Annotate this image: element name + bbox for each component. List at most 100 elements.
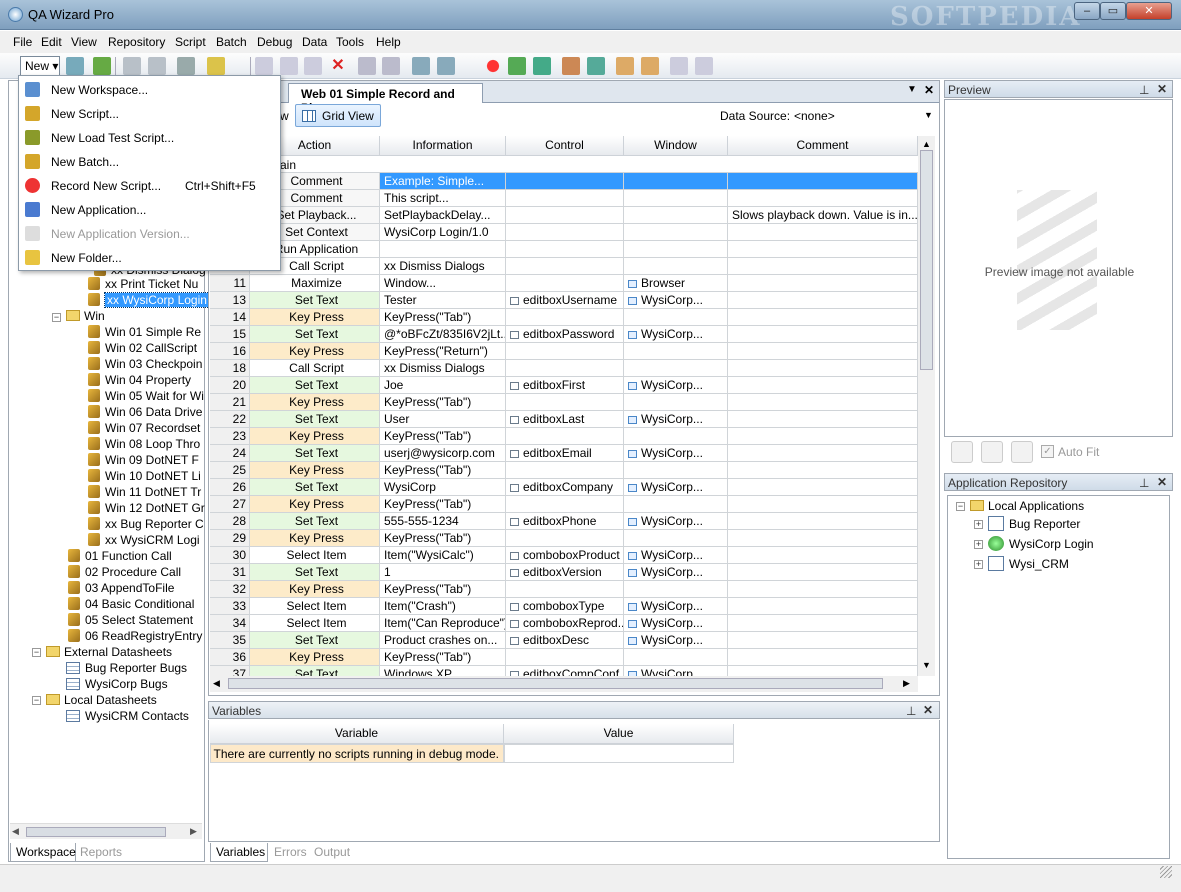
import-icon[interactable] (616, 57, 634, 75)
tree-item[interactable]: Win 03 Checkpoin (88, 357, 202, 371)
replace-icon[interactable] (437, 57, 455, 75)
menu-debug[interactable]: Debug (257, 35, 292, 49)
cell-comment[interactable] (728, 411, 918, 428)
table-row[interactable]: Call Script xx Dismiss Dialogs (210, 258, 918, 275)
cell-window[interactable]: WysiCorp... (624, 479, 728, 496)
new-menu-item[interactable]: New Load Test Script... (19, 125, 281, 149)
tab-web01-script[interactable]: Web 01 Simple Record and Play (288, 83, 483, 115)
table-row[interactable]: Set Context WysiCorp Login/1.0 (210, 224, 918, 241)
zoom-fit-icon[interactable] (1011, 441, 1033, 463)
table-row[interactable]: Comment Example: Simple... (210, 173, 918, 190)
tree-item[interactable]: 01 Function Call (68, 549, 172, 563)
cell-window[interactable] (624, 343, 728, 360)
cell-window[interactable] (624, 428, 728, 445)
indent-icon[interactable] (670, 57, 688, 75)
menu-view[interactable]: View (71, 35, 97, 49)
cell-control[interactable] (506, 530, 624, 547)
cell-information[interactable]: 555-555-1234 (380, 513, 506, 530)
redo-icon[interactable] (382, 57, 400, 75)
cell-information[interactable]: Example: Simple... (380, 173, 506, 190)
cell-information[interactable]: Item("Can Reproduce") (380, 615, 506, 632)
tree-item-selected[interactable]: xx WysiCorp Login (88, 292, 210, 308)
autofit-checkbox[interactable]: ✓ (1041, 445, 1054, 458)
cell-comment[interactable] (728, 258, 918, 275)
cell-window[interactable] (624, 462, 728, 479)
outdent-icon[interactable] (695, 57, 713, 75)
expand-icon[interactable]: + (974, 560, 983, 569)
tree-item[interactable]: 02 Procedure Call (68, 565, 181, 579)
table-row[interactable]: 31 Set Text 1 editboxVersion WysiCorp... (210, 564, 918, 581)
cell-window[interactable] (624, 258, 728, 275)
close-doc-icon[interactable]: ✕ (924, 83, 934, 97)
cell-control[interactable] (506, 309, 624, 326)
table-row[interactable]: 34 Select Item Item("Can Reproduce") combob… (210, 615, 918, 632)
cell-window[interactable] (624, 309, 728, 326)
cut-icon[interactable] (255, 57, 273, 75)
tree-item[interactable]: Win 02 CallScript (88, 341, 197, 355)
cell-information[interactable]: KeyPress("Tab") (380, 462, 506, 479)
table-row[interactable]: 27 Key Press KeyPress("Tab") (210, 496, 918, 513)
table-row[interactable]: 11 Maximize Window... Browser (210, 275, 918, 292)
resize-grip-icon[interactable] (1160, 866, 1172, 878)
repo-item[interactable]: Wysi_CRM (988, 556, 1069, 571)
cell-action[interactable]: Set Text (250, 445, 380, 462)
cell-information[interactable]: This script... (380, 190, 506, 207)
new-workspace-icon[interactable] (66, 57, 84, 75)
cell-comment[interactable] (728, 445, 918, 462)
cell-control[interactable] (506, 394, 624, 411)
cell-comment[interactable] (728, 513, 918, 530)
table-row[interactable]: 30 Select Item Item("WysiCalc") comboboxPro… (210, 547, 918, 564)
cell-control[interactable] (506, 207, 624, 224)
table-row[interactable]: 21 Key Press KeyPress("Tab") (210, 394, 918, 411)
cell-comment[interactable] (728, 598, 918, 615)
cell-comment[interactable] (728, 343, 918, 360)
table-row[interactable]: 15 Set Text @*oBFcZt/835I6V2jLt... editboxP… (210, 326, 918, 343)
cell-window[interactable] (624, 173, 728, 190)
cell-comment[interactable] (728, 173, 918, 190)
save-icon[interactable] (123, 57, 141, 75)
cell-information[interactable]: SetPlaybackDelay... (380, 207, 506, 224)
minimize-button[interactable]: – (1074, 2, 1100, 20)
pin-icon[interactable]: ⊥ (1139, 476, 1149, 490)
cell-control[interactable]: comboboxReprod... (506, 615, 624, 632)
cell-action[interactable]: Key Press (250, 530, 380, 547)
cell-window[interactable] (624, 649, 728, 666)
cell-action[interactable]: Set Text (250, 411, 380, 428)
var-col-variable[interactable]: Variable (210, 724, 504, 744)
table-row[interactable]: 25 Key Press KeyPress("Tab") (210, 462, 918, 479)
table-row[interactable]: 36 Key Press KeyPress("Tab") (210, 649, 918, 666)
tree-item[interactable]: xx Print Ticket Nu (88, 277, 198, 291)
table-row[interactable]: 16 Key Press KeyPress("Return") (210, 343, 918, 360)
cell-comment[interactable] (728, 241, 918, 258)
cell-information[interactable]: 1 (380, 564, 506, 581)
cell-information[interactable]: Window... (380, 275, 506, 292)
cell-comment[interactable] (728, 428, 918, 445)
cell-information[interactable]: KeyPress("Tab") (380, 428, 506, 445)
run-batch-icon[interactable] (533, 57, 551, 75)
cell-control[interactable] (506, 241, 624, 258)
table-row[interactable]: 35 Set Text Product crashes on... editboxDe… (210, 632, 918, 649)
tree-item[interactable]: 03 AppendToFile (68, 581, 174, 595)
tree-item[interactable]: 05 Select Statement (68, 613, 193, 627)
cell-information[interactable]: User (380, 411, 506, 428)
cell-control[interactable] (506, 462, 624, 479)
var-col-value[interactable]: Value (504, 724, 734, 744)
cell-information[interactable]: xx Dismiss Dialogs (380, 360, 506, 377)
cell-information[interactable]: Item("Crash") (380, 598, 506, 615)
collapse-icon[interactable]: − (956, 502, 965, 511)
tab-workspace[interactable]: Workspace (10, 843, 76, 862)
cell-action[interactable]: Key Press (250, 649, 380, 666)
cell-window[interactable]: WysiCorp... (624, 615, 728, 632)
cell-action[interactable]: Select Item (250, 598, 380, 615)
cell-action[interactable]: Set Text (250, 632, 380, 649)
menu-script[interactable]: Script (175, 35, 206, 49)
cell-comment[interactable] (728, 547, 918, 564)
workspace-hscrollbar[interactable]: ◀ ▶ (10, 823, 202, 839)
play-icon[interactable] (508, 57, 526, 75)
cell-comment[interactable] (728, 224, 918, 241)
cell-information[interactable]: Product crashes on... (380, 632, 506, 649)
table-row[interactable]: Comment This script... (210, 190, 918, 207)
cell-action[interactable]: Key Press (250, 428, 380, 445)
cell-control[interactable]: editboxPhone (506, 513, 624, 530)
tree-item[interactable]: xx WysiCRM Logi (88, 533, 200, 547)
